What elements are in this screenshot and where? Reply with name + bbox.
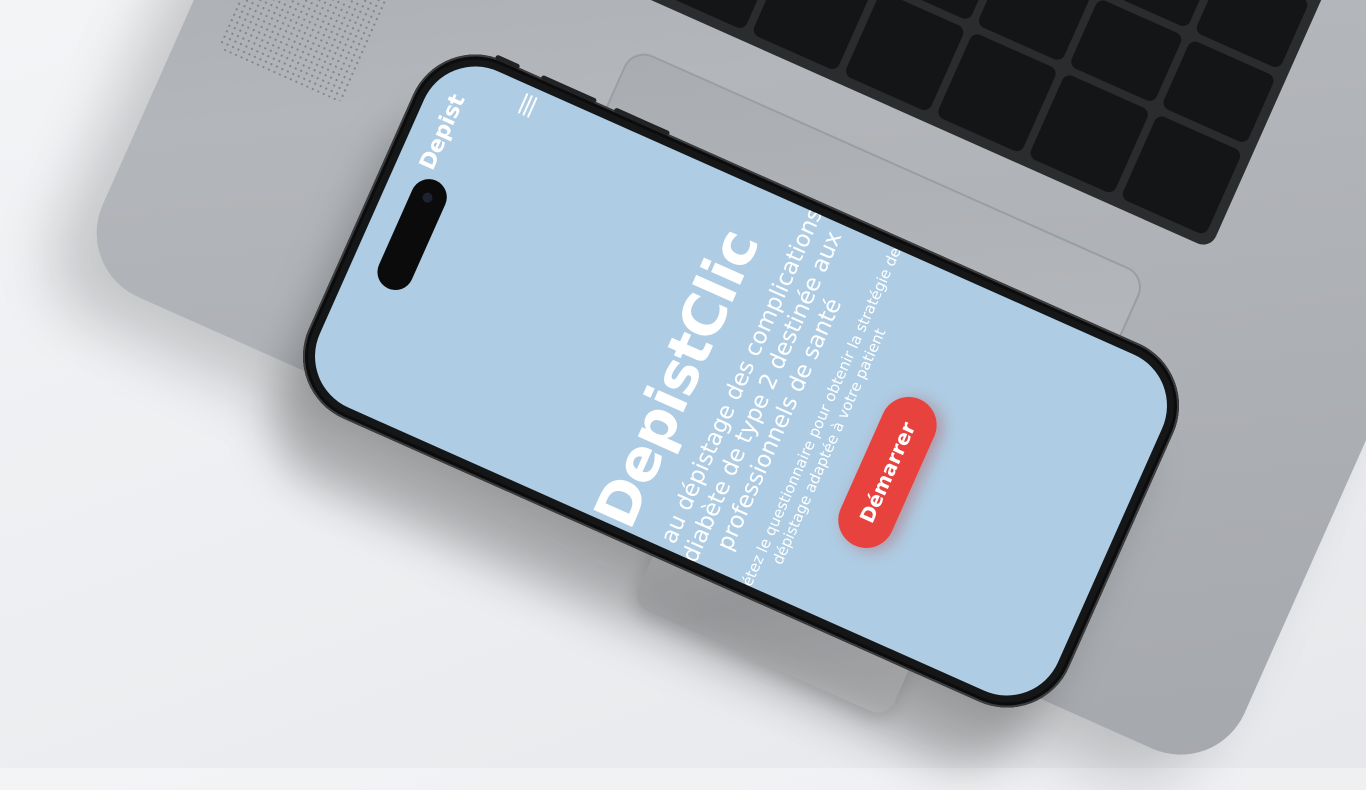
- dynamic-island: [371, 173, 453, 296]
- hamburger-menu-icon[interactable]: [515, 92, 540, 119]
- header-brand[interactable]: Depist: [415, 91, 470, 174]
